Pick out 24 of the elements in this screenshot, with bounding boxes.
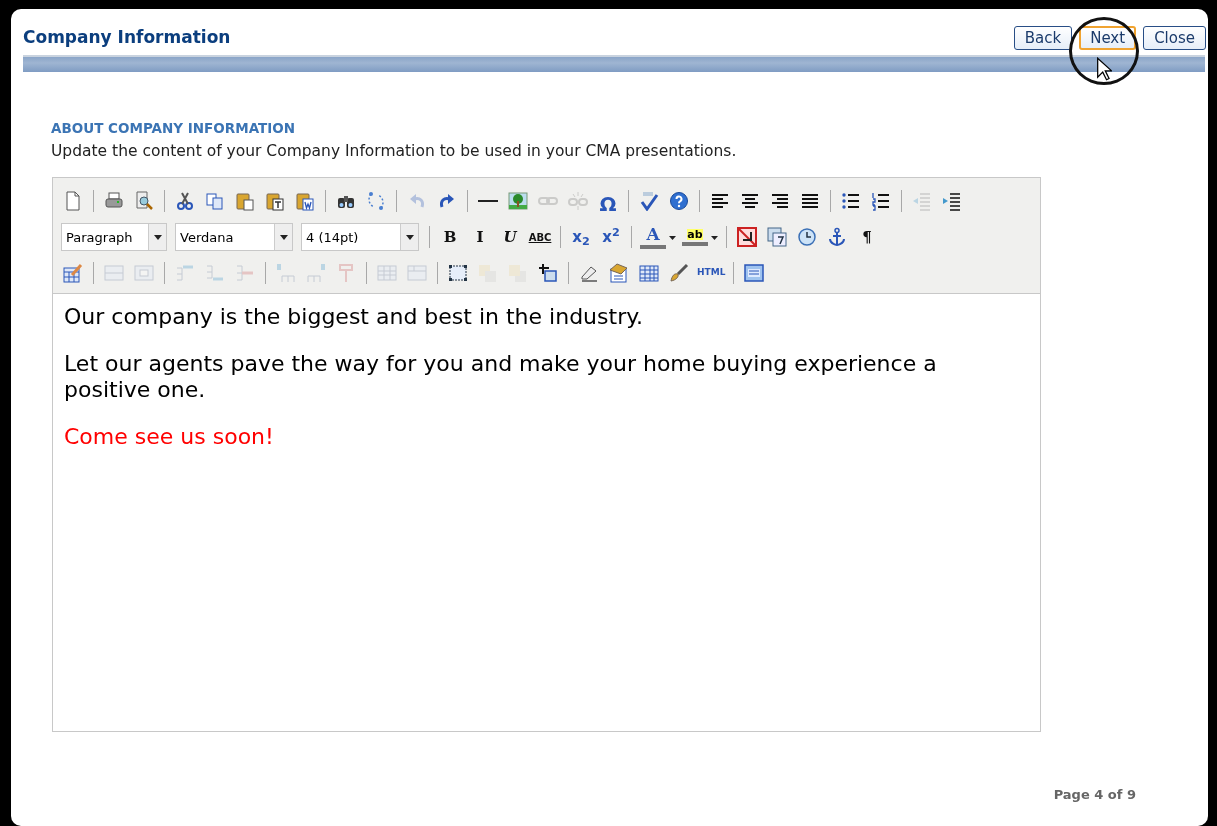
format-button[interactable]: x$_{2}$ [569,225,593,249]
content-paragraph: Let our agents pave the way for you and make your home buying experience a positive one. [64,351,938,402]
format-button[interactable]: ABC [528,225,552,249]
nav-button[interactable]: Back [1013,25,1073,50]
format-button[interactable]: U [498,225,522,249]
format-button[interactable]: Ω [596,189,620,213]
page-counter: Page 4 of 9 [1053,785,1137,804]
content-paragraph: Our company is the biggest and best in the industry. [64,304,645,330]
format-button[interactable]: I [468,225,492,249]
page-title: Company Information [23,26,231,49]
dropdown[interactable]: Verdana [175,223,293,251]
highlight-button[interactable]: ab [682,225,718,249]
content-paragraph: Come see us soon! [64,423,275,450]
section-heading: ABOUT COMPANY INFORMATION [51,118,297,138]
format-button[interactable]: x$^{2}$ [599,225,623,249]
nav-button[interactable]: Next [1079,25,1137,50]
dropdown[interactable]: Paragraph [61,223,167,251]
section-description: Update the content of your Company Information to be used in your CMA presentations. [51,140,738,162]
nav-button[interactable]: Close [1143,25,1206,50]
format-button[interactable]: ¶ [855,225,879,249]
font-color-button[interactable]: A [640,225,676,249]
dropdown[interactable]: 4 (14pt) [301,223,419,251]
format-button[interactable]: HTML [697,261,726,285]
format-button[interactable]: B [438,225,462,249]
